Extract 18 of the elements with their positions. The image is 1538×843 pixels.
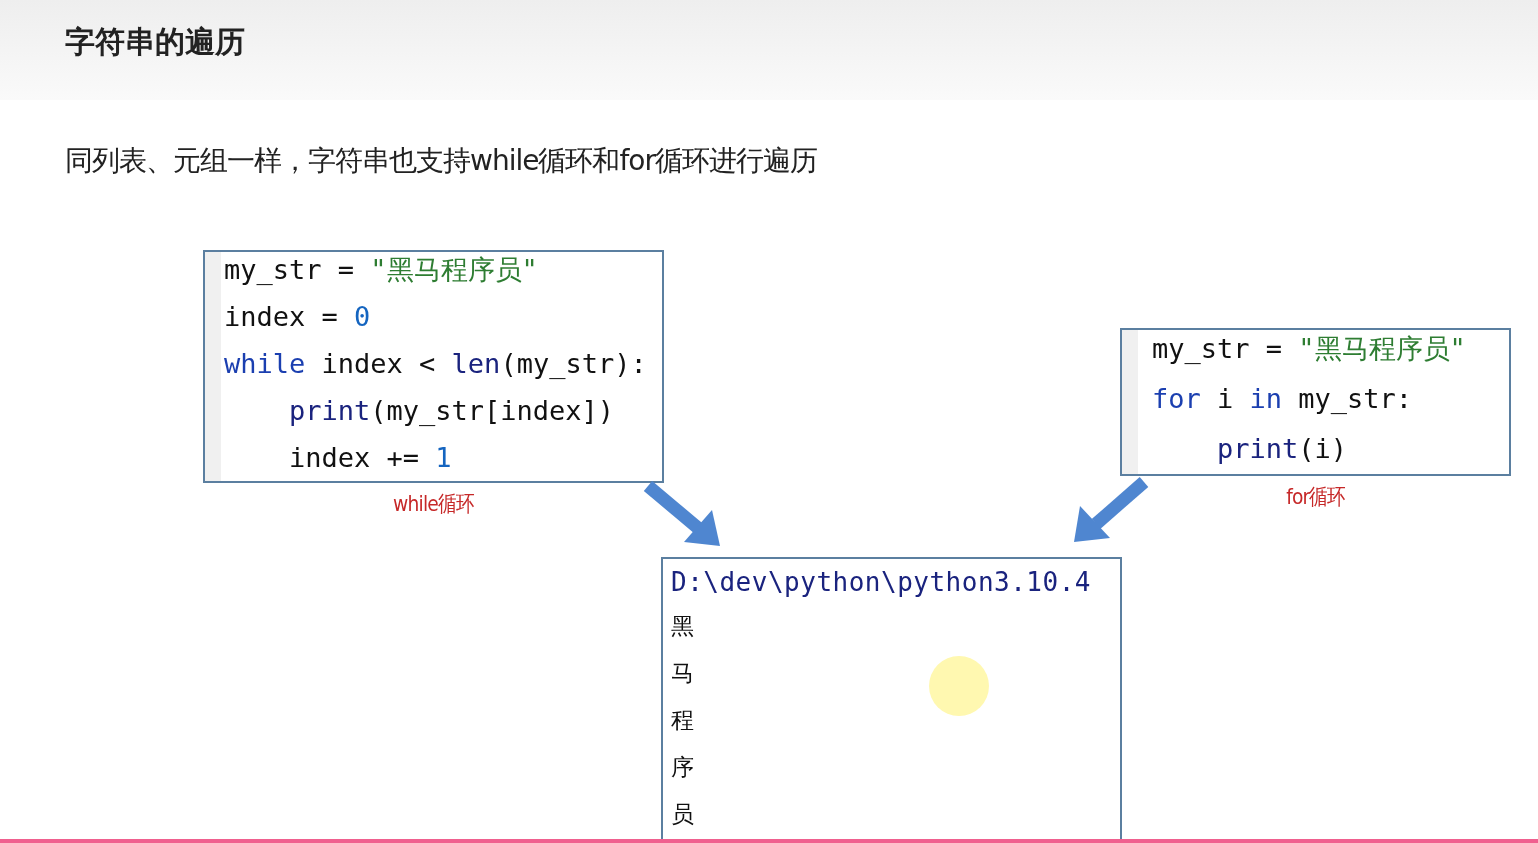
description-text: 同列表、元组一样，字符串也支持while循环和for循环进行遍历 (65, 143, 817, 179)
console-output-line: 序 (671, 753, 694, 782)
console-path: D:\dev\python\python3.10.4 (671, 566, 1092, 599)
code-line: print(my_str[index]) (288, 394, 616, 428)
code-caption: for循环 (1286, 483, 1345, 511)
slide-title: 字符串的遍历 (65, 23, 245, 61)
code-line: print(i) (1216, 432, 1349, 466)
console-output-line: 黑 (671, 612, 694, 641)
code-line: index = 0 (224, 300, 372, 334)
console-output-line: 员 (671, 800, 694, 829)
code-line: my_str = "黑马程序员" (1152, 332, 1466, 366)
code-line: for i in my_str: (1152, 382, 1414, 416)
code-line: my_str = "黑马程序员" (224, 253, 539, 287)
code-line: while index < len(my_str): (224, 347, 647, 381)
code-line: index += 1 (288, 441, 453, 475)
code-caption: while循环 (393, 490, 474, 518)
console-output-line: 程 (671, 706, 694, 735)
console-output-line: 马 (671, 659, 694, 688)
